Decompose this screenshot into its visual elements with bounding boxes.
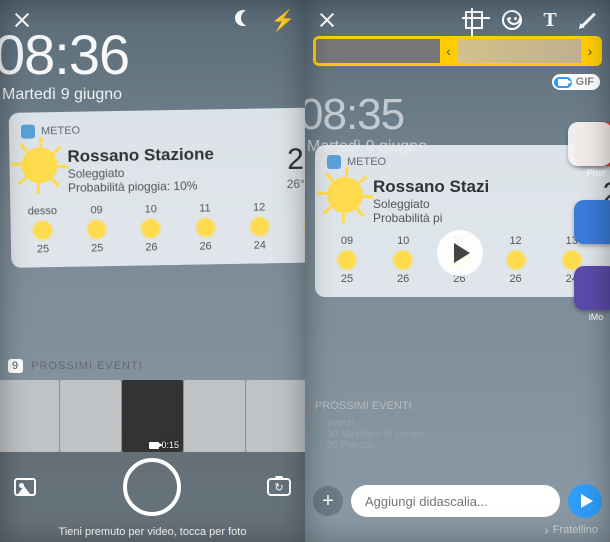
weather-app-label: METEO (347, 156, 386, 168)
weather-temp: 25° (286, 142, 305, 177)
caption-input[interactable] (351, 485, 560, 517)
camera-capture-screen: ⚡ 08:36 Martedì 9 giugno METEO ⌄ Rossano… (0, 0, 305, 542)
hour-col: 1126 (185, 202, 226, 253)
sun-icon (34, 221, 52, 239)
hour-col: 1226 (496, 235, 536, 285)
thumb-item[interactable] (60, 380, 121, 452)
weather-app-icon (21, 124, 35, 138)
editor-topbar: T (305, 4, 610, 36)
home-app-icons: Phot iMo (574, 100, 610, 322)
trim-handle-left[interactable]: ‹ (440, 39, 458, 63)
sun-icon (327, 177, 363, 213)
video-gif-toggle[interactable]: GIF (552, 74, 600, 90)
hour-col: 1224 (239, 201, 280, 252)
hourly-forecast: desso25 0925 1026 1126 1224 1325 (22, 200, 305, 255)
thumb-item[interactable] (246, 380, 305, 452)
video-mode-icon[interactable] (554, 77, 572, 88)
weather-condition: Soleggiato (373, 197, 592, 211)
lockscreen-clock: 08:35 (305, 90, 404, 140)
trim-selection[interactable] (458, 39, 582, 63)
hour-col: 0925 (76, 204, 117, 255)
weather-hilo: 26° / 19° (287, 176, 305, 191)
sun-icon (250, 217, 268, 235)
video-icon (149, 442, 159, 449)
app-label: Phot (574, 168, 610, 178)
hour-col: desso25 (22, 205, 63, 256)
send-button[interactable] (568, 484, 602, 518)
sun-icon (196, 218, 214, 236)
add-media-button[interactable]: + (313, 486, 343, 516)
events-heading: 9 PROSSIMI EVENTI (8, 360, 143, 372)
sun-icon (142, 219, 160, 237)
night-mode-icon[interactable] (233, 8, 257, 32)
hour-col: 1026 (131, 203, 172, 254)
lockscreen-clock: 08:36 (0, 22, 129, 87)
events-badge: 9 (8, 359, 23, 373)
clock-app-icon (568, 122, 610, 166)
media-editor-screen: T ‹ › GIF 08:35 Martedì 9 giugno METEO R… (305, 0, 610, 542)
weather-app-label: METEO (41, 124, 80, 137)
sun-icon (88, 220, 106, 238)
draw-icon[interactable] (576, 8, 600, 32)
flash-icon[interactable]: ⚡ (271, 8, 295, 32)
play-button[interactable] (437, 230, 483, 276)
hour-col: 0925 (327, 235, 367, 285)
switch-camera-icon[interactable] (267, 478, 291, 496)
weather-rain-prob: Probabilità pioggia: 10% (68, 177, 277, 195)
gallery-icon[interactable] (14, 478, 36, 496)
sun-icon (21, 147, 58, 184)
capture-hint: Tieni premuto per video, tocca per foto (0, 526, 305, 538)
crop-icon[interactable] (462, 8, 486, 32)
media-thumbnails[interactable]: 0:15 (0, 380, 305, 452)
event-line: eventi 30 Ministero di campo 00 Pranzo (327, 418, 425, 451)
close-icon[interactable] (315, 8, 339, 32)
text-tool-icon[interactable]: T (538, 8, 562, 32)
thumb-item[interactable] (184, 380, 245, 452)
sticker-icon[interactable] (500, 8, 524, 32)
hour-col: 1026 (383, 235, 423, 285)
recipient-label[interactable]: Fratellino (544, 522, 598, 538)
gif-mode-label[interactable]: GIF (576, 76, 594, 88)
events-heading: PROSSIMI EVENTI (315, 400, 412, 412)
app-icon (574, 200, 610, 244)
hour-col: 1325 (293, 200, 305, 251)
shutter-button[interactable] (123, 458, 181, 516)
trim-handle-right[interactable]: › (581, 39, 599, 63)
video-trim-bar[interactable]: ‹ › (313, 36, 602, 66)
sun-icon (507, 251, 525, 269)
imovie-app-icon (574, 266, 610, 310)
app-label: iMo (574, 312, 610, 322)
sun-icon (338, 251, 356, 269)
weather-city: Rossano Stazi (373, 177, 592, 197)
weather-rain-prob: Probabilità pi (373, 211, 592, 225)
thumb-item[interactable]: 0:15 (122, 380, 183, 452)
lockscreen-date: Martedì 9 giugno (2, 86, 122, 104)
weather-widget: METEO ⌄ Rossano Stazione Soleggiato Prob… (9, 107, 305, 268)
caption-bar: + (313, 484, 602, 518)
sun-icon (394, 251, 412, 269)
thumb-item[interactable] (0, 380, 59, 452)
